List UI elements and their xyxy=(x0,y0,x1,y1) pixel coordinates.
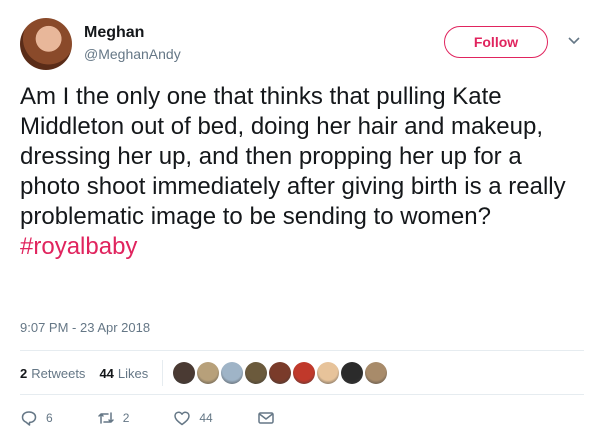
divider xyxy=(20,394,584,395)
liker-avatars xyxy=(173,362,389,384)
user-handle[interactable]: @MeghanAndy xyxy=(84,46,181,62)
tweet-header: Meghan @MeghanAndy Follow xyxy=(20,18,590,70)
reply-count: 6 xyxy=(46,411,53,425)
liker-avatar[interactable] xyxy=(293,362,316,384)
retweet-icon xyxy=(97,412,114,424)
user-name[interactable]: Meghan xyxy=(84,24,144,42)
liker-avatar[interactable] xyxy=(317,362,340,384)
tweet-timestamp[interactable]: 9:07 PM - 23 Apr 2018 xyxy=(20,320,150,335)
liker-avatar[interactable] xyxy=(197,362,220,384)
divider xyxy=(20,350,584,351)
avatar[interactable] xyxy=(20,18,72,70)
retweets-count: 2 xyxy=(20,365,28,381)
liker-avatar[interactable] xyxy=(341,362,364,384)
retweets-stat[interactable]: 2 Retweets xyxy=(20,366,85,381)
follow-button[interactable]: Follow xyxy=(444,26,548,58)
like-action[interactable]: 44 xyxy=(173,409,213,427)
like-icon xyxy=(174,411,191,426)
retweet-action[interactable]: 2 xyxy=(97,409,130,427)
reply-action[interactable]: 6 xyxy=(20,409,53,427)
retweets-label: Retweets xyxy=(31,365,86,381)
liker-avatar[interactable] xyxy=(245,362,268,384)
tweet-body: Am I the only one that thinks that pulli… xyxy=(20,83,566,230)
message-icon xyxy=(257,412,274,424)
likes-count: 44 xyxy=(99,365,114,381)
likes-label: Likes xyxy=(117,365,149,381)
retweet-count: 2 xyxy=(122,411,130,425)
liker-avatar[interactable] xyxy=(173,362,196,384)
message-action[interactable] xyxy=(257,409,283,427)
stats-separator xyxy=(162,360,164,386)
tweet-stats: 2 Retweets 44 Likes xyxy=(20,360,389,386)
tweet-text: Am I the only one that thinks that pulli… xyxy=(20,82,588,262)
liker-avatar[interactable] xyxy=(365,362,388,384)
likes-stat[interactable]: 44 Likes xyxy=(99,366,148,381)
reply-icon xyxy=(21,411,37,426)
liker-avatar[interactable] xyxy=(221,362,244,384)
tweet-actions: 6 2 44 xyxy=(20,406,327,430)
chevron-down-icon[interactable] xyxy=(566,32,582,48)
hashtag-link[interactable]: #royalbaby xyxy=(20,233,137,260)
liker-avatar[interactable] xyxy=(269,362,292,384)
like-count: 44 xyxy=(199,411,213,425)
